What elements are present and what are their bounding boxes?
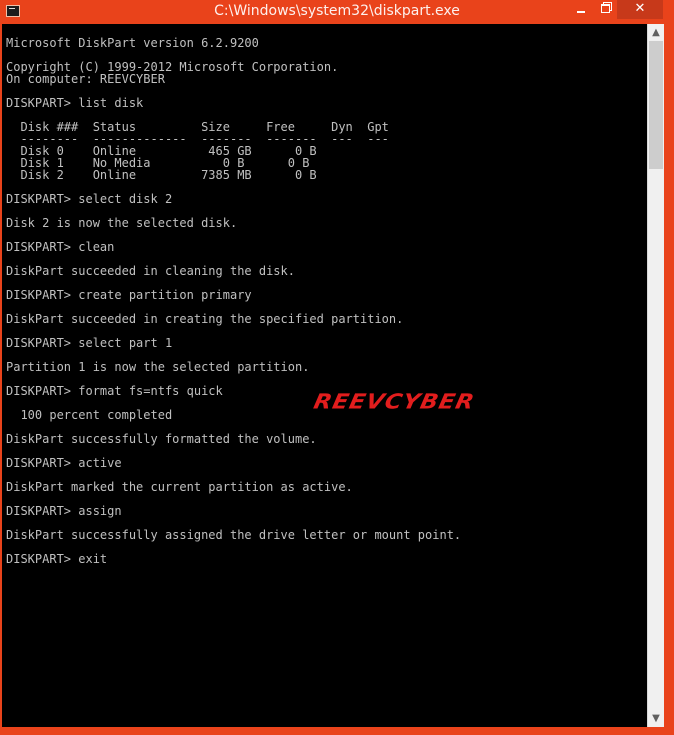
close-icon: ✕ (634, 1, 646, 16)
console-line: Disk 2 is now the selected disk. (6, 216, 238, 230)
scroll-up-arrow-icon[interactable]: ▲ (648, 24, 664, 41)
watermark-logo: REEVCYBER (311, 390, 477, 414)
maximize-button[interactable] (593, 0, 617, 19)
console-line: DISKPART> list disk (6, 96, 144, 110)
console-line: DiskPart succeeded in cleaning the disk. (6, 264, 295, 278)
console-text: Microsoft DiskPart version 6.2.9200 Copyr… (6, 37, 461, 565)
scroll-down-arrow-icon[interactable]: ▼ (648, 710, 664, 727)
vertical-scrollbar[interactable]: ▲ ▼ (647, 24, 664, 727)
console-line: DISKPART> assign (6, 504, 122, 518)
console-line: Microsoft DiskPart version 6.2.9200 (6, 36, 259, 50)
console-line: DiskPart succeeded in creating the speci… (6, 312, 404, 326)
console-line: DiskPart marked the current partition as… (6, 480, 353, 494)
console-line: DISKPART> exit (6, 552, 108, 566)
console-line: On computer: REEVCYBER (6, 72, 165, 86)
console-line: DISKPART> select disk 2 (6, 192, 173, 206)
minimize-button[interactable] (569, 0, 593, 19)
console-line: DiskPart successfully formatted the volu… (6, 432, 317, 446)
minimize-icon (577, 11, 585, 13)
scroll-thumb[interactable] (649, 41, 663, 169)
console-line: Partition 1 is now the selected partitio… (6, 360, 310, 374)
close-button[interactable]: ✕ (617, 0, 663, 19)
console-line: DISKPART> create partition primary (6, 288, 252, 302)
console-window: C:\Windows\system32\diskpart.exe ✕ Micro… (0, 0, 674, 735)
maximize-icon (600, 4, 610, 13)
console-line: DISKPART> active (6, 456, 122, 470)
console-line: DISKPART> clean (6, 240, 115, 254)
console-line: Disk 2 Online 7385 MB 0 B (6, 168, 317, 182)
console-line: DiskPart successfully assigned the drive… (6, 528, 462, 542)
title-bar[interactable]: C:\Windows\system32\diskpart.exe ✕ (0, 0, 674, 24)
console-output[interactable]: Microsoft DiskPart version 6.2.9200 Copyr… (2, 24, 647, 727)
console-line: DISKPART> select part 1 (6, 336, 173, 350)
window-border (664, 24, 674, 735)
